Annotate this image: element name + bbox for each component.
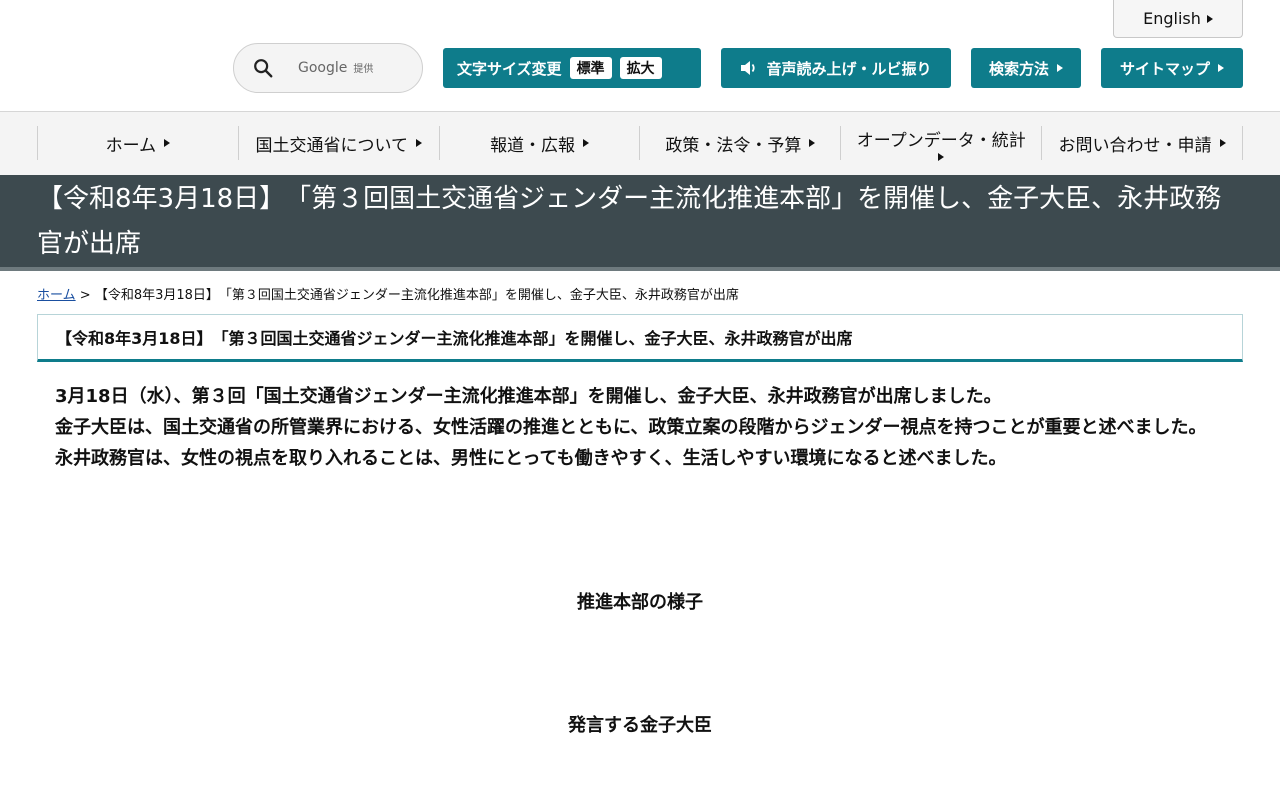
nav-item-home[interactable]: ホーム — [38, 126, 239, 160]
nav-item-policy[interactable]: 政策・法令・予算 — [640, 126, 842, 160]
triangle-right-icon — [1219, 139, 1226, 147]
site-search-input[interactable]: Google 提供 — [233, 43, 423, 93]
triangle-right-icon — [938, 153, 945, 161]
nav-item-label: オープンデータ・統計 — [856, 131, 1026, 151]
article-paragraph: 金子大臣は、国土交通省の所管業界における、女性活躍の推進とともに、政策立案の段階… — [55, 417, 1207, 438]
font-size-label: 文字サイズ変更 — [457, 59, 562, 78]
nav-item-contact[interactable]: お問い合わせ・申請 — [1042, 126, 1243, 160]
nav-item-label: 報道・広報 — [490, 135, 576, 156]
triangle-right-icon — [164, 139, 171, 147]
speaker-icon — [741, 61, 756, 75]
article-paragraph: 3月18日（水）、第３回「国土交通省ジェンダー主流化推進本部」を開催し、金子大臣… — [55, 386, 1002, 407]
article-heading-text: 【令和8年3月18日】 「第３回国土交通省ジェンダー主流化推進本部」を開催し、金… — [56, 329, 853, 348]
font-standard-button[interactable]: 標準 — [569, 57, 612, 79]
provider-label: 提供 — [353, 64, 374, 75]
sitemap-button[interactable]: サイトマップ — [1101, 48, 1243, 88]
font-large-button[interactable]: 拡大 — [619, 57, 662, 79]
breadcrumb: ホーム > 【令和8年3月18日】 「第３回国土交通省ジェンダー主流化推進本部」… — [37, 284, 739, 303]
triangle-right-icon — [583, 139, 590, 147]
triangle-right-icon — [1218, 64, 1224, 72]
article-body: 3月18日（水）、第３回「国土交通省ジェンダー主流化推進本部」を開催し、金子大臣… — [37, 381, 1243, 474]
triangle-right-icon — [809, 139, 816, 147]
voice-ruby-button[interactable]: 音声読み上げ・ルビ振り — [721, 48, 951, 88]
voice-ruby-label: 音声読み上げ・ルビ振り — [766, 59, 932, 78]
article-heading: 【令和8年3月18日】 「第３回国土交通省ジェンダー主流化推進本部」を開催し、金… — [37, 314, 1243, 362]
nav-item-label: ホーム — [105, 135, 157, 156]
photo-caption: 推進本部の様子 — [577, 592, 703, 613]
search-method-button[interactable]: 検索方法 — [971, 48, 1081, 88]
breadcrumb-home-link[interactable]: ホーム — [37, 288, 76, 303]
triangle-right-icon — [1206, 14, 1213, 23]
google-brand: Google — [298, 60, 348, 76]
nav-item-about[interactable]: 国土交通省について — [239, 126, 440, 160]
breadcrumb-current: 【令和8年3月18日】 「第３回国土交通省ジェンダー主流化推進本部」を開催し、金… — [94, 288, 739, 303]
breadcrumb-separator: > — [79, 288, 91, 303]
font-size-control: 文字サイズ変更 標準 拡大 — [443, 48, 701, 88]
sitemap-label: サイトマップ — [1119, 59, 1210, 78]
nav-item-label: 国土交通省について — [255, 135, 408, 156]
nav-item-opendata[interactable]: オープンデータ・統計 — [841, 126, 1043, 161]
search-method-label: 検索方法 — [988, 59, 1049, 78]
triangle-right-icon — [1057, 64, 1063, 72]
nav-item-label: お問い合わせ・申請 — [1058, 135, 1212, 156]
google-provider-mark: Google 提供 — [298, 60, 373, 76]
nav-item-label: 政策・法令・予算 — [665, 135, 802, 156]
english-label: English — [1143, 9, 1201, 28]
english-link[interactable]: English — [1113, 0, 1243, 38]
page-title: 【令和8年3月18日】 「第３回国土交通省ジェンダー主流化推進本部」を開催し、金… — [37, 184, 1222, 259]
photo-caption: 発言する金子大臣 — [568, 715, 712, 736]
article-paragraph: 永井政務官は、女性の視点を取り入れることは、男性にとっても働きやすく、生活しやす… — [55, 448, 1007, 469]
triangle-right-icon — [415, 139, 422, 147]
page-title-band: 【令和8年3月18日】 「第３回国土交通省ジェンダー主流化推進本部」を開催し、金… — [0, 175, 1280, 271]
global-nav: ホーム 国土交通省について 報道・広報 政策・法令・予算 オープンデータ・統計 … — [0, 111, 1280, 175]
nav-item-press[interactable]: 報道・広報 — [440, 126, 641, 160]
search-icon — [254, 59, 273, 78]
